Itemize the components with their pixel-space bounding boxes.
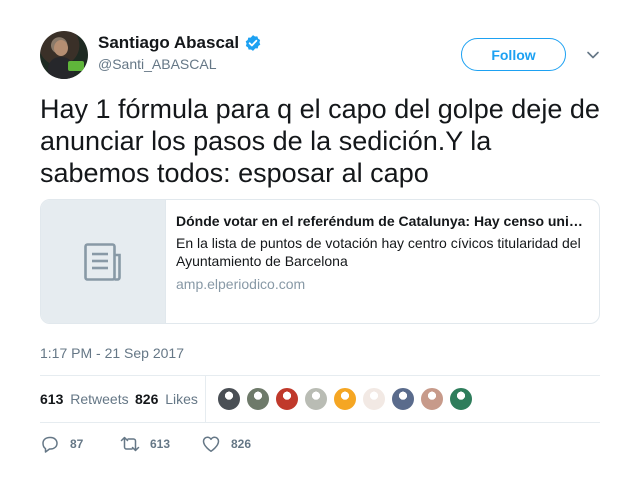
liker-avatar[interactable] xyxy=(275,387,299,411)
like-count: 826 xyxy=(231,437,252,451)
liker-avatar[interactable] xyxy=(333,387,357,411)
document-icon xyxy=(84,242,121,281)
liker-avatar[interactable] xyxy=(420,387,444,411)
card-body[interactable]: Dónde votar en el referéndum de Cataluny… xyxy=(176,212,588,293)
avatar-podium xyxy=(68,61,84,71)
tweet-header: Santiago Abascal @Santi_ABASCAL Follow xyxy=(40,31,600,79)
liker-avatar[interactable] xyxy=(304,387,328,411)
likes-stat[interactable]: 826 Likes xyxy=(135,391,198,407)
like-action[interactable]: 826 xyxy=(201,434,251,454)
author-display-name[interactable]: Santiago Abascal xyxy=(98,33,262,53)
reply-action[interactable]: 87 xyxy=(40,434,83,454)
verified-badge-icon xyxy=(245,35,261,51)
liker-avatar[interactable] xyxy=(391,387,415,411)
card-title: Dónde votar en el referéndum de Cataluny… xyxy=(176,213,588,229)
liker-avatar[interactable] xyxy=(217,387,241,411)
card-domain: amp.elperiodico.com xyxy=(176,276,306,292)
link-card[interactable]: Dónde votar en el referéndum de Cataluny… xyxy=(40,199,600,324)
tweet-stats: 613 Retweets 826 Likes xyxy=(40,375,600,423)
likes-count: 826 xyxy=(135,391,159,407)
heart-icon xyxy=(202,436,220,452)
liker-avatar[interactable] xyxy=(246,387,270,411)
retweet-icon xyxy=(120,436,140,452)
reply-icon xyxy=(42,436,58,453)
retweet-action[interactable]: 613 xyxy=(120,434,170,454)
retweet-count: 613 xyxy=(150,437,171,451)
avatar[interactable] xyxy=(40,31,88,79)
tweet-timestamp[interactable]: 1:17 PM - 21 Sep 2017 xyxy=(40,345,184,361)
chevron-down-icon[interactable] xyxy=(586,48,600,62)
retweets-label: Retweets xyxy=(70,391,129,407)
author-handle[interactable]: @Santi_ABASCAL xyxy=(98,56,262,72)
tweet-text: Hay 1 fórmula para q el capo del golpe d… xyxy=(40,94,600,188)
follow-button[interactable]: Follow xyxy=(461,38,566,71)
liker-avatar[interactable] xyxy=(449,387,473,411)
reply-count: 87 xyxy=(70,437,84,451)
liker-avatar[interactable] xyxy=(362,387,386,411)
tweet-actions: 87 613 826 xyxy=(40,434,340,454)
author-name-text: Santiago Abascal xyxy=(98,33,240,52)
author-block[interactable]: Santiago Abascal @Santi_ABASCAL xyxy=(98,33,262,72)
card-description: En la lista de puntos de votación hay ce… xyxy=(176,235,581,269)
stats-divider xyxy=(205,376,206,422)
card-thumbnail[interactable] xyxy=(41,200,166,323)
retweets-count: 613 xyxy=(40,391,64,407)
avatar-face xyxy=(54,40,68,56)
retweets-stat[interactable]: 613 Retweets xyxy=(40,391,129,407)
likes-label: Likes xyxy=(165,391,198,407)
